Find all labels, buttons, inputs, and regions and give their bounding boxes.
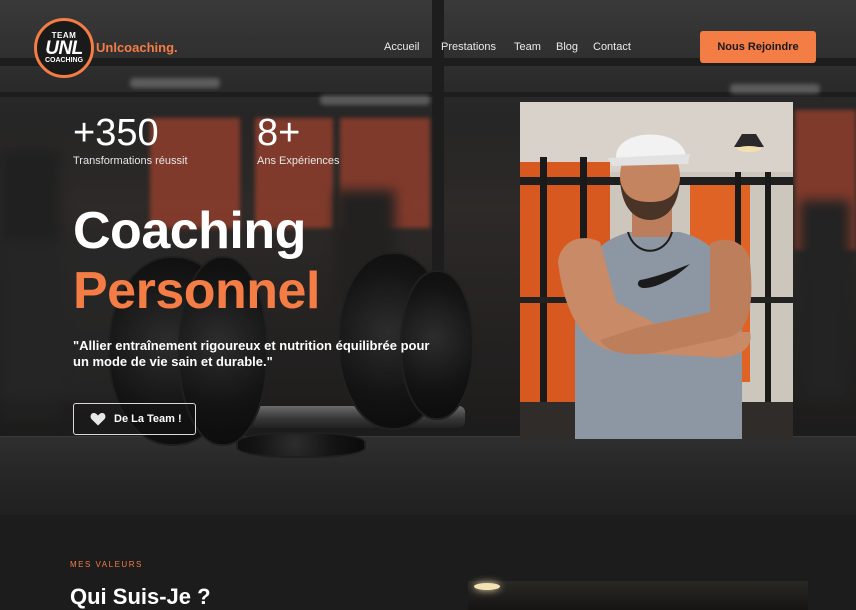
join-button[interactable]: Nous Rejoindre — [700, 31, 816, 63]
stat-experience-label: Ans Expériences — [257, 155, 340, 167]
brand-name[interactable]: Unlcoaching. — [96, 40, 178, 55]
values-title: Qui Suis-Je ? — [70, 584, 211, 609]
stat-transformations-value: +350 — [73, 112, 159, 154]
logo-text-bottom: COACHING — [44, 56, 84, 64]
hero-title-line2: Personnel — [73, 262, 320, 320]
nav-team[interactable]: Team — [514, 41, 541, 53]
stat-experience-value: 8+ — [257, 112, 301, 154]
values-eyebrow: MES VALEURS — [70, 560, 143, 569]
join-team-label: De La Team ! — [114, 413, 182, 425]
nav-contact[interactable]: Contact — [593, 41, 631, 53]
nav-prestations[interactable]: Prestations — [441, 41, 496, 53]
heart-icon — [90, 413, 106, 426]
nav-blog[interactable]: Blog — [556, 41, 578, 53]
values-image — [468, 581, 808, 610]
hero-title-line1: Coaching — [73, 202, 306, 260]
logo-badge[interactable]: TEAM UNL COACHING — [34, 18, 94, 78]
logo-text-main: UNL — [45, 37, 83, 59]
coach-photo-illustration — [520, 102, 793, 439]
lamp-glow — [474, 583, 500, 590]
nav-accueil[interactable]: Accueil — [384, 41, 419, 53]
join-team-button[interactable]: De La Team ! — [73, 403, 196, 435]
hero-quote: "Allier entraînement rigoureux et nutrit… — [73, 338, 430, 369]
stat-transformations-label: Transformations réussit — [73, 155, 188, 167]
coach-photo — [520, 102, 793, 439]
